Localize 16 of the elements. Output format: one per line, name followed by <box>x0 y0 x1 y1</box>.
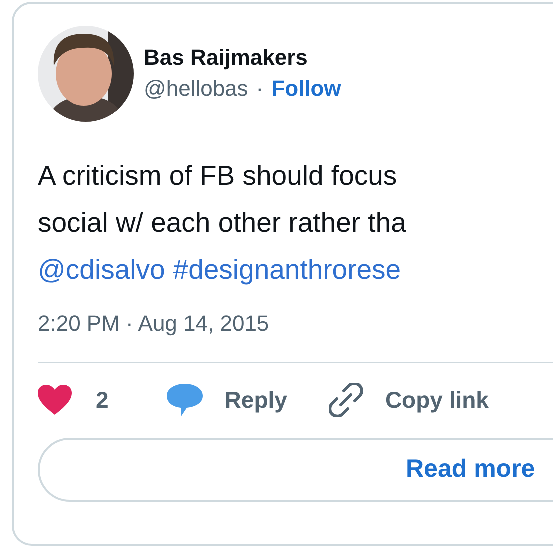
reply-label[interactable]: Reply <box>224 383 288 418</box>
heart-icon <box>38 385 72 416</box>
timestamp: 2:20 PM · Aug 14, 2015 <box>38 310 270 338</box>
tweet-text-line: social w/ each other rather tha <box>38 206 406 240</box>
link-icon <box>329 383 364 418</box>
mention-link[interactable]: @cdisalvo <box>38 246 166 293</box>
author-name: Bas Raijmakers <box>144 44 309 72</box>
follow-link[interactable]: Follow <box>272 72 342 104</box>
like-count[interactable]: 2 <box>96 383 109 418</box>
author-handle: @hellobas <box>144 74 248 102</box>
copy-label[interactable]: Copy link <box>385 383 489 418</box>
hashtag-link[interactable]: #designanthrorese <box>173 246 402 293</box>
read-more-button[interactable]: Read more <box>38 438 553 502</box>
tweet-text-line: A criticism of FB should focus <box>38 159 398 193</box>
speech-bubble-icon <box>166 384 203 417</box>
separator: · <box>256 74 264 102</box>
